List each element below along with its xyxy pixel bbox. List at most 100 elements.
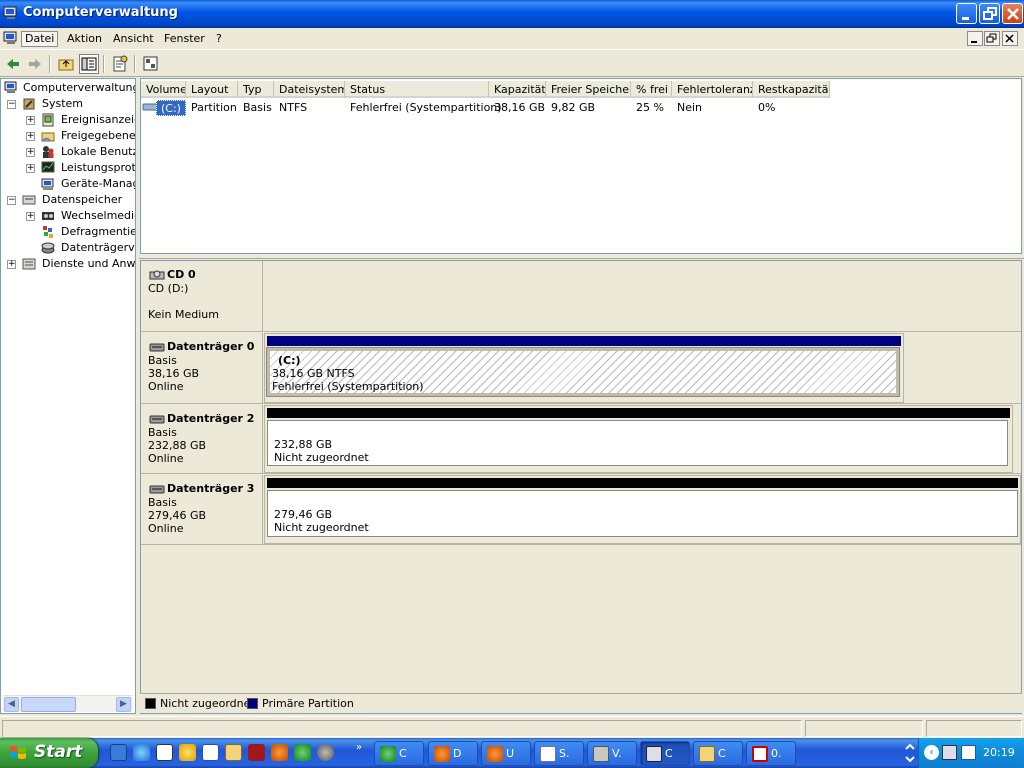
tray-expand-icon[interactable]: ‹ bbox=[924, 745, 939, 760]
child-restore-button[interactable] bbox=[984, 31, 1000, 46]
column-header-filesystem[interactable]: Dateisystem bbox=[274, 81, 345, 98]
globe-icon[interactable] bbox=[294, 744, 311, 761]
menu-fenster[interactable]: Fenster bbox=[160, 31, 209, 47]
task-button[interactable]: C bbox=[374, 741, 424, 766]
expand-toggle-icon[interactable]: + bbox=[26, 116, 35, 125]
column-header-layout[interactable]: Layout bbox=[186, 81, 238, 98]
close-button[interactable] bbox=[1002, 3, 1023, 24]
partition-c-box[interactable]: (C:) 38,16 GB NTFS Fehlerfrei (Systempar… bbox=[266, 347, 900, 397]
menu-ansicht[interactable]: Ansicht bbox=[109, 31, 158, 47]
properties-icon bbox=[113, 55, 128, 72]
app-red-icon[interactable] bbox=[248, 744, 265, 761]
column-header-fault-tolerance[interactable]: Fehlertoleranz bbox=[672, 81, 753, 98]
system-menu-icon[interactable] bbox=[3, 31, 19, 45]
back-button[interactable] bbox=[3, 54, 23, 74]
disk-status: Online bbox=[148, 452, 184, 465]
menu-datei[interactable]: Datei bbox=[21, 31, 59, 47]
app-gray-icon[interactable] bbox=[317, 744, 334, 761]
folder-icon[interactable] bbox=[225, 744, 242, 761]
menu-aktion[interactable]: Aktion bbox=[63, 31, 106, 47]
up-one-level-button[interactable] bbox=[56, 54, 76, 74]
chevron-more-icon[interactable]: » bbox=[356, 742, 362, 753]
partition-size: 232,88 GB bbox=[274, 438, 333, 451]
disk-row-disk2[interactable]: Datenträger 2 Basis 232,88 GB Online 232… bbox=[141, 405, 1021, 474]
expand-toggle-icon[interactable]: + bbox=[7, 260, 16, 269]
disk-row-disk0[interactable]: Datenträger 0 Basis 38,16 GB Online (C:)… bbox=[141, 333, 1021, 404]
expand-toggle-icon[interactable]: + bbox=[26, 148, 35, 157]
expand-toggle-icon[interactable]: + bbox=[26, 164, 35, 173]
toolbar-separator bbox=[49, 55, 51, 73]
clock[interactable]: 20:19 bbox=[983, 746, 1015, 759]
partition-c[interactable]: (C:) 38,16 GB NTFS Fehlerfrei (Systempar… bbox=[264, 333, 904, 403]
scroll-thumb[interactable] bbox=[21, 697, 76, 712]
show-hide-tree-button[interactable] bbox=[79, 54, 99, 74]
help-button[interactable] bbox=[141, 54, 161, 74]
scroll-right-arrow-icon[interactable]: ▶ bbox=[116, 697, 131, 712]
child-minimize-button[interactable] bbox=[967, 31, 983, 46]
tree-horizontal-scrollbar[interactable]: ◀ ▶ bbox=[3, 695, 133, 712]
media-player-icon[interactable] bbox=[179, 744, 196, 761]
column-header-status[interactable]: Status bbox=[345, 81, 489, 98]
expand-toggle-icon[interactable]: + bbox=[26, 212, 35, 221]
disk-type: Basis bbox=[148, 426, 177, 439]
column-header-volume[interactable]: Volume bbox=[141, 81, 186, 98]
task-button[interactable]: C bbox=[693, 741, 743, 766]
legend-label-unallocated: Nicht zugeordnet bbox=[160, 697, 255, 710]
task-button[interactable]: S. bbox=[534, 741, 584, 766]
task-button[interactable]: 0. bbox=[746, 741, 796, 766]
start-button[interactable]: Start bbox=[0, 738, 98, 768]
disk-info: CD (D:) bbox=[148, 282, 189, 295]
task-button[interactable]: V. bbox=[587, 741, 637, 766]
minimize-button[interactable] bbox=[956, 3, 977, 24]
task-label: U bbox=[506, 747, 515, 760]
internet-explorer-icon[interactable] bbox=[133, 744, 150, 761]
tree-label: System bbox=[42, 97, 84, 110]
properties-button[interactable] bbox=[110, 54, 130, 74]
forward-button[interactable] bbox=[25, 54, 45, 74]
disk-label[interactable]: CD 0 CD (D:) Kein Medium bbox=[141, 261, 263, 331]
restore-button[interactable] bbox=[979, 3, 1000, 24]
hard-disk-icon bbox=[149, 415, 165, 424]
firefox-icon[interactable] bbox=[271, 744, 288, 761]
toolbar bbox=[0, 51, 1024, 77]
computer-management-icon bbox=[3, 6, 17, 19]
show-desktop-icon[interactable] bbox=[110, 744, 127, 761]
column-header-overhead[interactable]: Restkapazität bbox=[753, 81, 830, 98]
taskbar-scroll-arrows-icon[interactable] bbox=[903, 740, 917, 766]
partition-unallocated-disk3[interactable]: 279,46 GB Nicht zugeordnet bbox=[264, 475, 1021, 544]
app-vc-tray-icon[interactable] bbox=[961, 745, 976, 760]
tree-label: Wechselmedier bbox=[61, 209, 135, 222]
scroll-left-arrow-icon[interactable]: ◀ bbox=[4, 697, 19, 712]
disk-label[interactable]: Datenträger 0 Basis 38,16 GB Online bbox=[141, 333, 263, 403]
title-bar[interactable]: Computerverwaltung bbox=[0, 0, 1024, 28]
disk-graphical-view: CD 0 CD (D:) Kein Medium Datenträger 0 B… bbox=[140, 260, 1022, 714]
disk-label[interactable]: Datenträger 2 Basis 232,88 GB Online bbox=[141, 405, 263, 473]
toolbar-separator bbox=[134, 55, 136, 73]
pane-splitter[interactable] bbox=[139, 254, 1024, 259]
column-header-percent-free[interactable]: % frei bbox=[631, 81, 672, 98]
disk-row-disk3[interactable]: Datenträger 3 Basis 279,46 GB Online 279… bbox=[141, 475, 1021, 545]
column-header-type[interactable]: Typ bbox=[238, 81, 274, 98]
task-button[interactable]: D bbox=[428, 741, 478, 766]
task-button-active[interactable]: C bbox=[640, 741, 690, 766]
hard-disk-icon bbox=[149, 343, 165, 352]
menu-help[interactable]: ? bbox=[212, 31, 226, 47]
disk-row-cd0[interactable]: CD 0 CD (D:) Kein Medium bbox=[141, 261, 1021, 332]
collapse-toggle-icon[interactable]: − bbox=[7, 196, 16, 205]
child-close-button[interactable] bbox=[1002, 31, 1018, 46]
network-icon[interactable] bbox=[942, 745, 957, 760]
toolbar-separator bbox=[103, 55, 105, 73]
word-icon[interactable] bbox=[156, 744, 173, 761]
expand-toggle-icon[interactable]: + bbox=[26, 132, 35, 141]
app-vc-icon[interactable] bbox=[202, 744, 219, 761]
disk-label[interactable]: Datenträger 3 Basis 279,46 GB Online bbox=[141, 475, 263, 544]
task-label: D bbox=[453, 747, 462, 760]
column-header-free-space[interactable]: Freier Speicher bbox=[546, 81, 631, 98]
unallocated-box[interactable]: 279,46 GB Nicht zugeordnet bbox=[267, 490, 1018, 537]
collapse-toggle-icon[interactable]: − bbox=[7, 100, 16, 109]
unallocated-box[interactable]: 232,88 GB Nicht zugeordnet bbox=[267, 420, 1008, 466]
column-header-capacity[interactable]: Kapazität bbox=[489, 81, 546, 98]
task-button[interactable]: U bbox=[481, 741, 531, 766]
shared-folder-icon bbox=[41, 132, 55, 142]
partition-unallocated-disk2[interactable]: 232,88 GB Nicht zugeordnet bbox=[264, 405, 1013, 473]
